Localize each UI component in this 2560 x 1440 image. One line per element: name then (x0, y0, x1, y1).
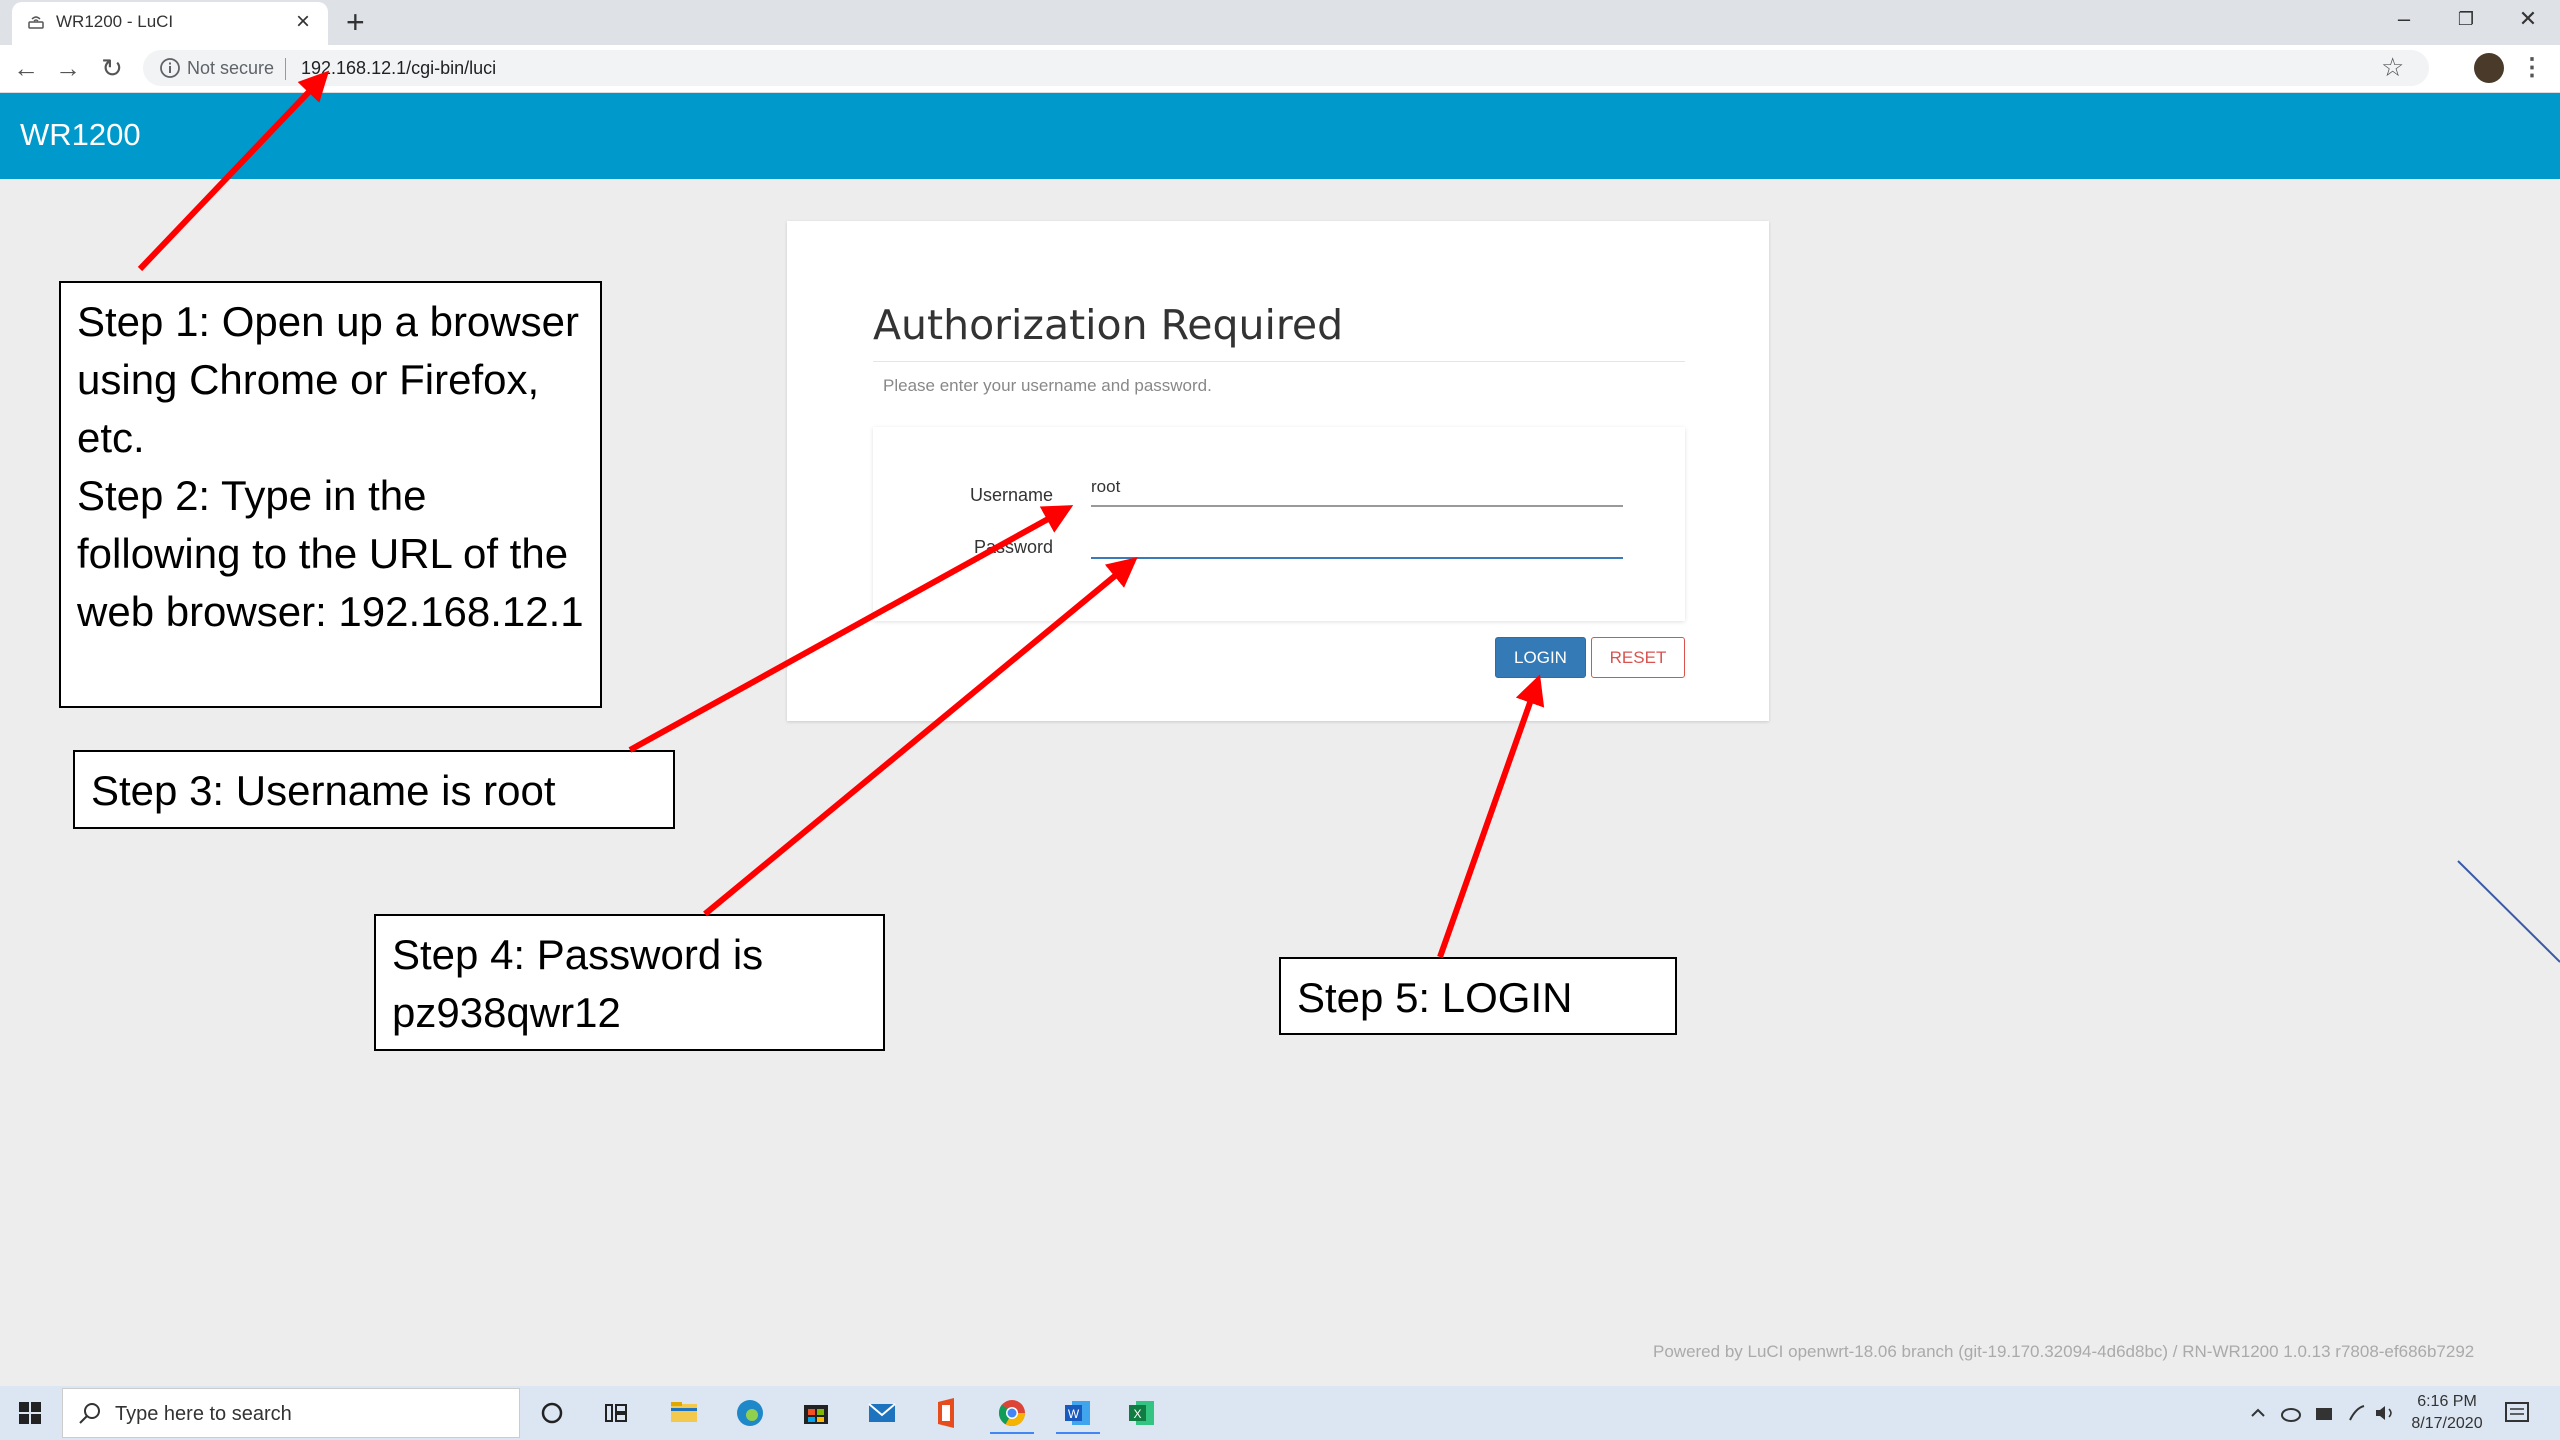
notification-center-icon[interactable] (2500, 1396, 2534, 1430)
address-separator (285, 58, 286, 80)
address-bar[interactable]: Not secure 192.168.12.1/cgi-bin/luci ☆ (143, 50, 2429, 86)
page-title: Authorization Required (873, 301, 1344, 349)
browser-tab[interactable]: WR1200 - LuCI × (12, 2, 328, 45)
username-field[interactable] (1091, 475, 1623, 507)
new-tab-button[interactable]: + (346, 4, 365, 40)
tab-close-icon[interactable]: × (296, 8, 310, 36)
word-icon[interactable]: W (1056, 1392, 1100, 1434)
password-label: Password (973, 537, 1053, 557)
file-explorer-icon[interactable] (662, 1392, 706, 1434)
login-fieldset: Username Password (873, 427, 1685, 621)
reset-button[interactable]: RESET (1591, 637, 1685, 678)
annotation-step5: Step 5: LOGIN (1279, 957, 1677, 1035)
login-card: Authorization Required Please enter your… (787, 221, 1769, 721)
back-button[interactable]: ← (6, 45, 46, 93)
search-placeholder: Type here to search (115, 1403, 292, 1425)
not-secure-label: Not secure (187, 58, 275, 78)
windows-start-icon[interactable] (0, 1386, 60, 1440)
minimize-button[interactable]: – (2382, 4, 2426, 34)
password-field[interactable] (1091, 527, 1623, 559)
title-divider (873, 361, 1685, 362)
login-button[interactable]: LOGIN (1495, 637, 1586, 678)
taskbar: Type here to search W X 6:16 PM 8/17/202… (0, 1386, 2560, 1440)
profile-avatar[interactable] (2474, 53, 2504, 83)
svg-text:X: X (1133, 1407, 1141, 1421)
annotation-step1-text: Step 1: Open up a browser using Chrome o… (77, 298, 579, 461)
bookmark-star-icon[interactable]: ☆ (2381, 52, 2404, 83)
office-icon[interactable] (924, 1392, 968, 1434)
clock-time[interactable]: 6:16 PM (2412, 1393, 2482, 1411)
annotation-step2-text: Step 2: Type in the following to the URL… (77, 472, 584, 635)
browser-toolbar: ← → ↻ Not secure 192.168.12.1/cgi-bin/lu… (0, 45, 2560, 93)
tab-title: WR1200 - LuCI (56, 12, 174, 31)
browser-menu-icon[interactable]: ⋮ (2520, 51, 2544, 85)
maximize-button[interactable]: ❐ (2444, 4, 2488, 34)
chrome-icon[interactable] (990, 1392, 1034, 1434)
annotation-step1-2: Step 1: Open up a browser using Chrome o… (59, 281, 602, 708)
clock-date[interactable]: 8/17/2020 (2406, 1415, 2488, 1433)
arrow-to-login (1437, 674, 1545, 959)
luci-footer: Powered by LuCI openwrt-18.06 branch (gi… (1653, 1342, 2475, 1361)
username-label: Username (969, 485, 1053, 505)
task-view-icon[interactable] (594, 1392, 638, 1434)
brand-title[interactable]: WR1200 (20, 117, 141, 153)
store-icon[interactable] (794, 1392, 838, 1434)
svg-text:W: W (1068, 1407, 1080, 1421)
reload-button[interactable]: ↻ (92, 45, 132, 93)
edge-icon[interactable] (728, 1392, 772, 1434)
auth-description: Please enter your username and password. (883, 376, 1212, 395)
cortana-icon[interactable] (530, 1392, 574, 1434)
info-icon[interactable] (159, 57, 181, 79)
system-tray-icons[interactable] (2246, 1398, 2406, 1428)
url-text[interactable]: 192.168.12.1/cgi-bin/luci (301, 58, 496, 79)
annotation-step4: Step 4: Password is pz938qwr12 (374, 914, 885, 1051)
annotation-step3: Step 3: Username is root (73, 750, 675, 829)
stray-line (2457, 860, 2560, 963)
close-window-button[interactable]: ✕ (2506, 4, 2550, 34)
router-favicon-icon (28, 16, 44, 29)
forward-button[interactable]: → (48, 45, 88, 93)
excel-icon[interactable]: X (1120, 1392, 1164, 1434)
mail-icon[interactable] (860, 1392, 904, 1434)
search-icon (79, 1403, 100, 1424)
luci-header: WR1200 (0, 93, 2560, 179)
tab-strip: WR1200 - LuCI × + – ❐ ✕ (0, 0, 2560, 45)
taskbar-search[interactable]: Type here to search (62, 1388, 520, 1438)
